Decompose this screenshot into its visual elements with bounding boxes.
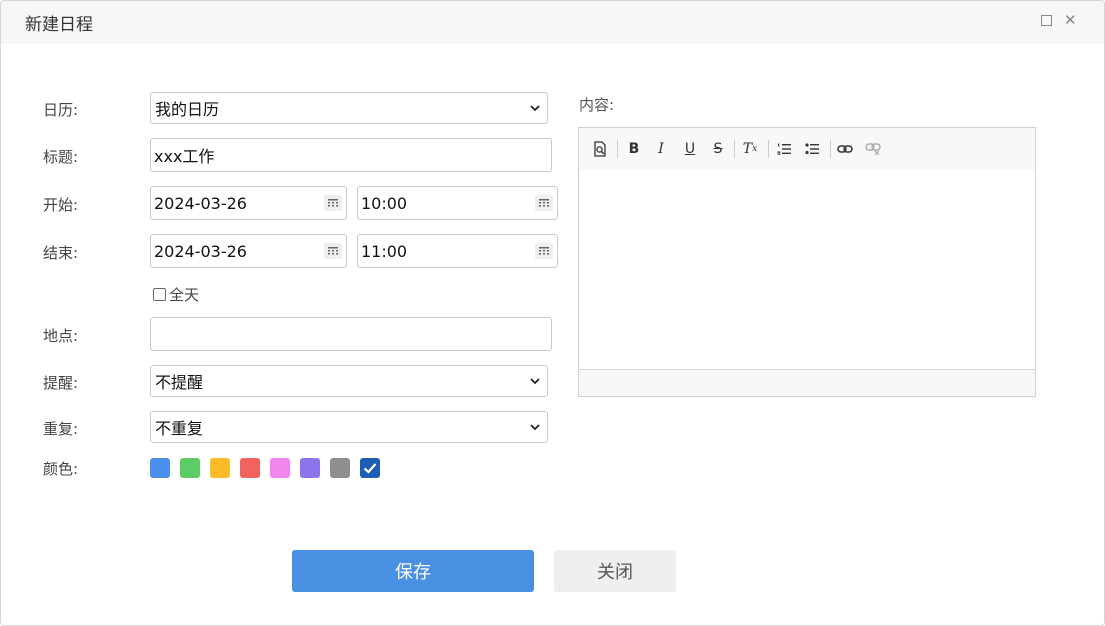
bullet-list-icon[interactable] [803, 140, 821, 158]
calendar-select[interactable]: 我的日历 [150, 92, 548, 124]
color-swatch[interactable] [360, 458, 380, 478]
repeat-select[interactable]: 不重复 [150, 411, 548, 443]
save-button[interactable]: 保存 [292, 550, 534, 592]
repeat-label: 重复: [43, 420, 79, 438]
toolbar-divider [830, 140, 831, 158]
toolbar-divider [617, 140, 618, 158]
link-icon[interactable] [836, 140, 854, 158]
start-date-input[interactable]: 2024-03-26 [150, 186, 347, 220]
close-button[interactable]: 关闭 [554, 550, 676, 592]
end-date-input[interactable]: 2024-03-26 [150, 234, 347, 268]
subject-input-value: xxx工作 [154, 147, 215, 166]
editor-content-area[interactable] [579, 170, 1035, 370]
strikethrough-icon[interactable]: S [709, 140, 727, 158]
toolbar-divider [734, 140, 735, 158]
allday-toggle[interactable]: 全天 [153, 284, 199, 305]
color-swatch[interactable] [300, 458, 320, 478]
rich-text-editor: B I U S Tx [578, 127, 1036, 397]
reminder-label: 提醒: [43, 374, 79, 392]
color-swatch[interactable] [150, 458, 170, 478]
underline-icon[interactable]: U [681, 140, 699, 158]
start-label: 开始: [43, 196, 79, 214]
checkmark-icon [363, 463, 377, 474]
ordered-list-icon[interactable] [775, 140, 793, 158]
calendar-icon[interactable] [324, 195, 342, 211]
calendar-icon[interactable] [535, 243, 553, 259]
color-swatch[interactable] [270, 458, 290, 478]
color-swatch[interactable] [180, 458, 200, 478]
location-input[interactable] [150, 317, 552, 351]
end-time-input[interactable]: 11:00 [357, 234, 558, 268]
dialog-title: 新建日程 [25, 15, 93, 35]
toolbar-divider [768, 140, 769, 158]
chevron-down-icon [530, 105, 540, 112]
calendar-select-value: 我的日历 [155, 100, 220, 119]
end-label: 结束: [43, 244, 79, 262]
start-date-value: 2024-03-26 [154, 193, 247, 213]
allday-label: 全天 [169, 286, 200, 304]
editor-status-bar [579, 369, 1035, 396]
end-time-value: 11:00 [361, 241, 408, 261]
subject-label: 标题: [43, 148, 79, 166]
unlink-icon[interactable] [864, 140, 882, 158]
allday-checkbox[interactable] [153, 288, 166, 301]
start-time-input[interactable]: 10:00 [357, 186, 558, 220]
start-time-value: 10:00 [361, 193, 408, 213]
calendar-icon[interactable] [324, 243, 342, 259]
calendar-icon[interactable] [535, 195, 553, 211]
editor-toolbar: B I U S Tx [579, 128, 1035, 171]
remove-format-icon[interactable]: Tx [741, 140, 759, 158]
bold-icon[interactable]: B [625, 140, 643, 158]
reminder-select[interactable]: 不提醒 [150, 365, 548, 397]
chevron-down-icon [530, 424, 540, 431]
title-bar: 新建日程 ✕ [1, 1, 1104, 44]
color-swatch[interactable] [240, 458, 260, 478]
maximize-icon[interactable] [1041, 15, 1052, 26]
color-label: 颜色: [43, 460, 79, 478]
color-swatch[interactable] [330, 458, 350, 478]
chevron-down-icon [530, 378, 540, 385]
close-icon[interactable]: ✕ [1064, 11, 1077, 29]
calendar-label: 日历: [43, 101, 79, 119]
subject-input[interactable]: xxx工作 [150, 138, 552, 172]
new-event-dialog: 新建日程 ✕ 日历: 我的日历 标题: xxx工作 开始: 2024-03-26… [0, 0, 1105, 626]
color-swatch[interactable] [210, 458, 230, 478]
end-date-value: 2024-03-26 [154, 241, 247, 261]
repeat-select-value: 不重复 [155, 419, 204, 438]
reminder-select-value: 不提醒 [155, 373, 204, 392]
preview-icon[interactable] [591, 140, 609, 158]
content-label: 内容: [579, 96, 615, 114]
location-label: 地点: [43, 327, 79, 345]
italic-icon[interactable]: I [652, 140, 670, 158]
